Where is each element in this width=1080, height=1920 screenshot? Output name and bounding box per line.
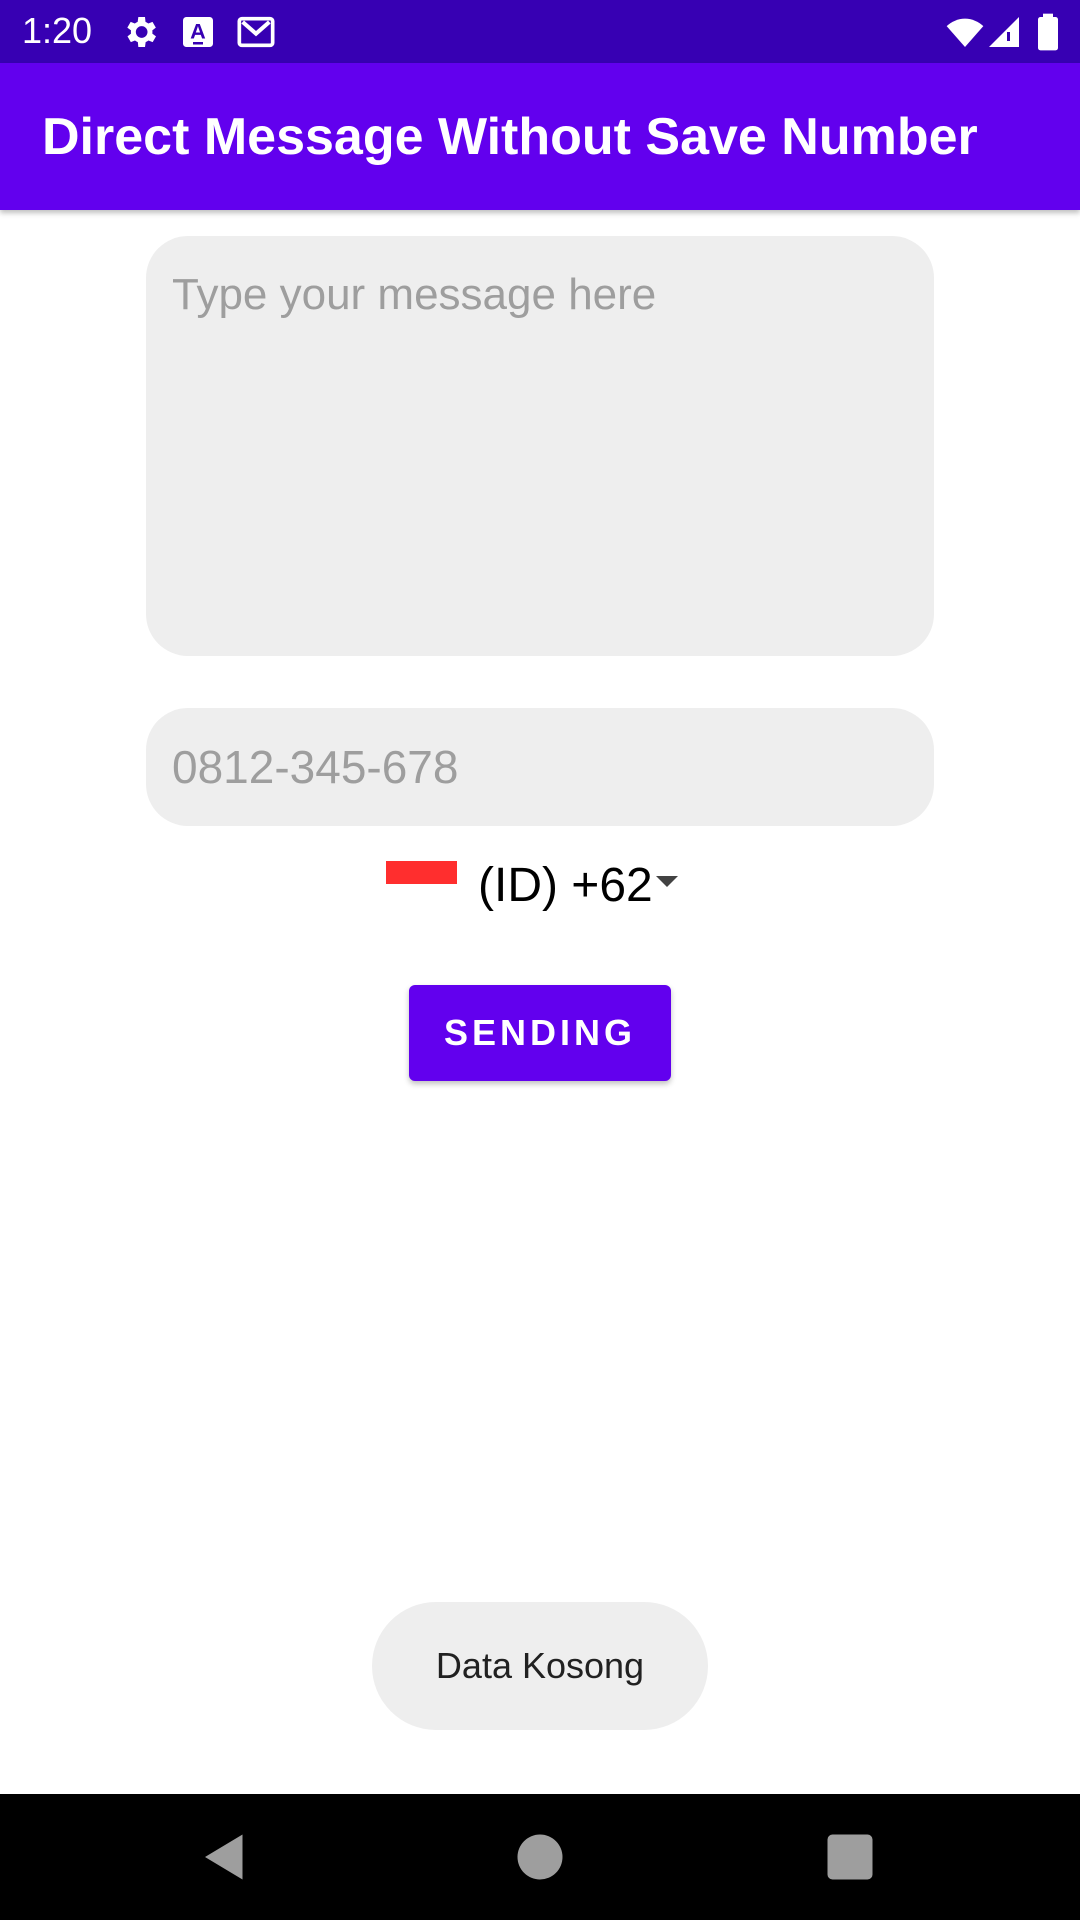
toast-message: Data Kosong xyxy=(372,1602,708,1730)
gmail-icon xyxy=(236,12,276,52)
country-code-label: (ID) +62 xyxy=(478,859,653,912)
phone-number-placeholder: 0812-345-678 xyxy=(172,741,459,793)
back-icon[interactable] xyxy=(195,1827,255,1887)
indonesia-flag-icon xyxy=(386,861,457,906)
navigation-bar xyxy=(0,1794,1080,1920)
gear-icon xyxy=(120,12,160,52)
recents-icon[interactable] xyxy=(820,1827,880,1887)
svg-text:A: A xyxy=(190,19,206,44)
chevron-down-icon xyxy=(656,876,678,887)
battery-icon xyxy=(1034,12,1062,52)
toast-text: Data Kosong xyxy=(435,1645,645,1686)
home-icon[interactable] xyxy=(510,1827,570,1887)
wifi-icon xyxy=(944,12,986,52)
screen: 1:20 A Direct Message Without Save Numbe… xyxy=(0,0,1080,1920)
status-bar: 1:20 A xyxy=(0,0,1080,63)
send-button-label: SENDING xyxy=(443,1012,637,1053)
phone-number-input[interactable]: 0812-345-678 xyxy=(146,708,934,826)
signal-icon xyxy=(986,12,1022,52)
app-title: Direct Message Without Save Number xyxy=(42,108,978,166)
country-code-picker[interactable]: (ID) +62 xyxy=(386,850,686,920)
app-bar: Direct Message Without Save Number xyxy=(0,63,1080,210)
message-input[interactable]: Type your message here xyxy=(146,236,934,656)
status-time: 1:20 xyxy=(22,10,93,51)
text-recognition-icon: A xyxy=(178,12,218,52)
message-input-placeholder: Type your message here xyxy=(172,270,657,319)
send-button[interactable]: SENDING xyxy=(409,985,671,1081)
